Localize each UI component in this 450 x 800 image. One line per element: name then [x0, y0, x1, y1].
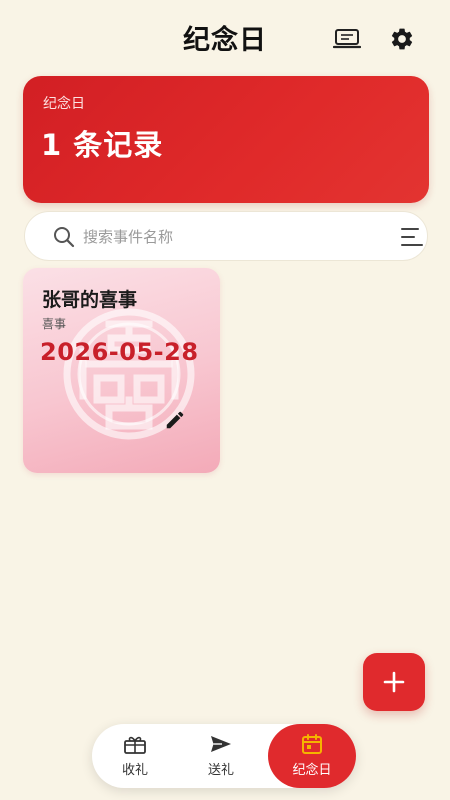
event-card[interactable]: 张哥的喜事 喜事 2026-05-28: [23, 268, 220, 473]
edit-icon[interactable]: [164, 409, 186, 431]
settings-button[interactable]: [385, 22, 419, 56]
nav-label-send-gift: 送礼: [207, 763, 234, 778]
calendar-icon: [302, 734, 322, 754]
summary-card: 纪念日 1 条记录: [23, 76, 429, 203]
monitor-button[interactable]: [330, 22, 364, 56]
nav-item-receive-gift[interactable]: 收礼: [92, 724, 178, 788]
monitor-icon: [333, 29, 361, 49]
event-title: 张哥的喜事: [42, 289, 138, 311]
event-date: 2026-05-28: [40, 338, 199, 366]
nav-label-anniversary: 纪念日: [292, 763, 332, 778]
search-input[interactable]: [83, 225, 363, 249]
nav-label-receive-gift: 收礼: [121, 763, 148, 778]
bottom-nav: 收礼 送礼 纪念日: [92, 724, 356, 788]
search-icon: [54, 227, 75, 248]
filter-icon[interactable]: [400, 226, 424, 248]
nav-item-anniversary[interactable]: 纪念日: [268, 724, 356, 788]
search-bar[interactable]: [24, 211, 428, 261]
page-title: 纪念日: [183, 25, 267, 56]
gift-box-icon: [124, 736, 146, 754]
summary-label: 纪念日: [43, 96, 85, 112]
event-type: 喜事: [42, 317, 67, 331]
nav-item-send-gift[interactable]: 送礼: [178, 724, 264, 788]
gear-icon: [391, 28, 413, 50]
add-button[interactable]: [363, 653, 425, 711]
record-count: 1 条记录: [41, 128, 164, 162]
plus-icon: [383, 671, 405, 693]
send-icon: [211, 736, 231, 752]
app-header: 纪念日: [0, 0, 450, 78]
